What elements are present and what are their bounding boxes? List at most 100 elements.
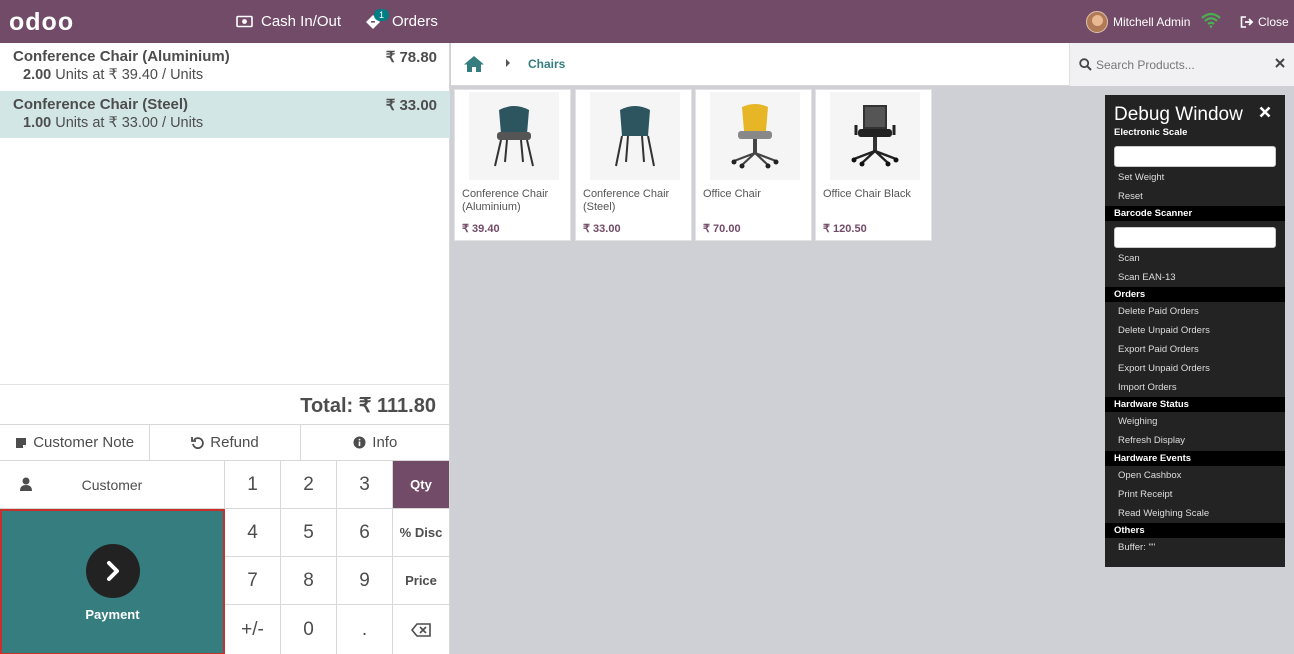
numpad-key-3[interactable]: 3	[337, 461, 393, 509]
product-card[interactable]: Office Chair Black ₹ 120.50	[815, 89, 932, 241]
close-label: Close	[1258, 14, 1289, 29]
order-line-qty: 2.00	[23, 67, 52, 83]
caret-right-icon	[506, 59, 510, 67]
payment-label: Payment	[85, 607, 140, 622]
wifi-icon	[1201, 12, 1221, 28]
info-label: Info	[372, 434, 398, 451]
order-total: Total: ₹ 111.80	[0, 384, 450, 425]
close-session-button[interactable]: Close	[1240, 0, 1289, 43]
numpad-key-9[interactable]: 9	[337, 557, 393, 605]
order-line-qty: 1.00	[23, 115, 52, 131]
numpad-key-4[interactable]: 4	[225, 509, 281, 557]
breadcrumb: Chairs	[451, 43, 1294, 86]
product-price: ₹ 39.40	[462, 223, 500, 235]
numpad-key-8[interactable]: 8	[281, 557, 337, 605]
clear-search-icon[interactable]	[1275, 58, 1285, 68]
weight-input[interactable]	[1114, 146, 1276, 167]
avatar	[1086, 10, 1108, 33]
backspace-button[interactable]	[393, 605, 450, 654]
numpad-key-2[interactable]: 2	[281, 461, 337, 509]
order-line-price: ₹ 33.00	[385, 97, 437, 114]
user-menu[interactable]: Mitchell Admin	[1086, 0, 1190, 43]
section-hardware-status: Hardware Status	[1105, 397, 1285, 412]
order-line-unit-info: Units at ₹ 39.40 / Units	[55, 67, 204, 83]
export-paid-orders-button[interactable]: Export Paid Orders	[1118, 344, 1199, 355]
product-search	[1069, 43, 1294, 86]
numpad-key-1[interactable]: 1	[225, 461, 281, 509]
product-card[interactable]: Conference Chair (Steel) ₹ 33.00	[575, 89, 692, 241]
numpad-key-5[interactable]: 5	[281, 509, 337, 557]
backspace-icon	[411, 622, 431, 637]
scan-ean13-button[interactable]: Scan EAN-13	[1118, 272, 1176, 283]
control-buttons: Customer Note Refund Info	[0, 424, 450, 460]
product-image	[590, 92, 680, 180]
open-cashbox-button[interactable]: Open Cashbox	[1118, 470, 1181, 481]
set-weight-button[interactable]: Set Weight	[1118, 172, 1164, 183]
product-name: Office Chair Black	[823, 188, 911, 200]
chair-image	[615, 106, 655, 167]
barcode-input[interactable]	[1114, 227, 1276, 248]
home-icon[interactable]	[463, 55, 485, 73]
section-orders: Orders	[1105, 287, 1285, 302]
product-name: Office Chair	[703, 188, 761, 200]
cash-in-out-button[interactable]: Cash In/Out	[236, 0, 341, 43]
orders-button[interactable]: 1 Orders	[364, 0, 438, 43]
price-mode-button[interactable]: Price	[393, 557, 450, 605]
customer-note-button[interactable]: Customer Note	[0, 425, 151, 460]
chair-image	[494, 106, 534, 167]
office-chair-black-image	[851, 105, 899, 167]
refund-button[interactable]: Refund	[150, 425, 301, 460]
money-bill-icon	[236, 15, 253, 28]
search-input[interactable]	[1096, 55, 1266, 75]
reset-button[interactable]: Reset	[1118, 191, 1143, 202]
numpad-key-decimal[interactable]: .	[337, 605, 393, 654]
undo-icon	[191, 437, 205, 449]
product-name: Conference Chair (Aluminium)	[462, 188, 549, 213]
import-orders-button[interactable]: Import Orders	[1118, 382, 1177, 393]
customer-label: Customer	[81, 476, 143, 493]
order-line-unit-info: Units at ₹ 33.00 / Units	[55, 115, 204, 131]
order-line-info: 2.00 Units at ₹ 39.40 / Units	[23, 67, 437, 83]
product-price: ₹ 120.50	[823, 223, 867, 235]
close-icon[interactable]	[1259, 106, 1271, 118]
discount-mode-button[interactable]: % Disc	[393, 509, 450, 557]
refund-label: Refund	[210, 434, 259, 451]
odoo-logo: odoo	[9, 8, 75, 36]
search-icon	[1079, 58, 1092, 71]
numpad-key-6[interactable]: 6	[337, 509, 393, 557]
sign-out-icon	[1240, 15, 1254, 28]
section-hardware-events: Hardware Events	[1105, 451, 1285, 466]
info-button[interactable]: Info	[301, 425, 450, 460]
info-icon	[353, 436, 366, 449]
numpad-key-0[interactable]: 0	[281, 605, 337, 654]
order-line[interactable]: Conference Chair (Aluminium) ₹ 78.80 2.0…	[0, 43, 450, 90]
orders-label: Orders	[392, 13, 438, 30]
note-icon	[16, 437, 27, 448]
product-image	[830, 92, 920, 180]
product-image	[469, 92, 559, 180]
product-card[interactable]: Conference Chair (Aluminium) ₹ 39.40	[454, 89, 571, 241]
breadcrumb-category-chairs[interactable]: Chairs	[528, 57, 565, 71]
weighing-status[interactable]: Weighing	[1118, 416, 1157, 427]
order-line-name: Conference Chair (Aluminium)	[13, 48, 230, 65]
read-weighing-scale-button[interactable]: Read Weighing Scale	[1118, 508, 1209, 519]
scan-button[interactable]: Scan	[1118, 253, 1140, 264]
qty-mode-button[interactable]: Qty	[393, 461, 450, 509]
product-price: ₹ 33.00	[583, 223, 621, 235]
numpad-key-7[interactable]: 7	[225, 557, 281, 605]
user-icon	[20, 477, 32, 491]
product-card[interactable]: Office Chair ₹ 70.00	[695, 89, 812, 241]
customer-button[interactable]: Customer	[0, 461, 225, 509]
delete-paid-orders-button[interactable]: Delete Paid Orders	[1118, 306, 1199, 317]
chevron-right-icon	[86, 544, 140, 598]
buffer-readout: Buffer: ""	[1118, 542, 1156, 553]
export-unpaid-orders-button[interactable]: Export Unpaid Orders	[1118, 363, 1210, 374]
numpad-key-plus-minus[interactable]: +/-	[225, 605, 281, 654]
print-receipt-button[interactable]: Print Receipt	[1118, 489, 1172, 500]
order-line-selected[interactable]: Conference Chair (Steel) ₹ 33.00 1.00 Un…	[0, 91, 450, 138]
delete-unpaid-orders-button[interactable]: Delete Unpaid Orders	[1118, 325, 1210, 336]
refresh-display-button[interactable]: Refresh Display	[1118, 435, 1185, 446]
section-electronic-scale: Electronic Scale	[1114, 127, 1188, 138]
payment-button[interactable]: Payment	[0, 509, 225, 654]
office-chair-image	[731, 104, 779, 169]
